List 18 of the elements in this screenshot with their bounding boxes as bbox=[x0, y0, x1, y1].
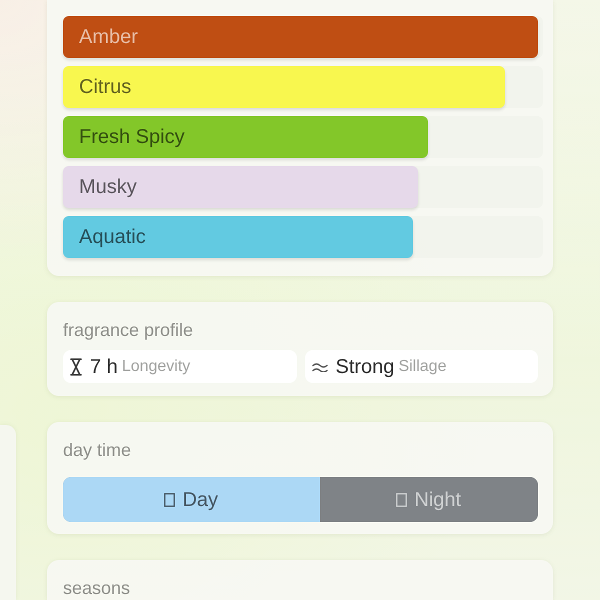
stat-label: Longevity bbox=[122, 356, 190, 376]
wave-icon bbox=[312, 362, 328, 372]
square-icon bbox=[396, 492, 408, 506]
segment-label: Day bbox=[182, 488, 218, 512]
card-title: fragrance profile bbox=[63, 319, 194, 342]
card-title: day time bbox=[63, 439, 132, 462]
card-title: seasons bbox=[63, 577, 132, 600]
accord-name: Aquatic bbox=[79, 225, 146, 249]
accord-name: Musky bbox=[79, 175, 137, 199]
stat-value: 7 h bbox=[90, 354, 118, 378]
hourglass-icon bbox=[70, 358, 82, 376]
accord-name: Fresh Spicy bbox=[79, 125, 185, 149]
accord-name: Amber bbox=[79, 25, 138, 49]
stat-value: Strong bbox=[336, 354, 394, 378]
square-icon bbox=[164, 492, 176, 506]
accord-name: Citrus bbox=[79, 75, 132, 99]
segment-label: Night bbox=[414, 488, 462, 512]
stat-label: Sillage bbox=[398, 356, 446, 376]
